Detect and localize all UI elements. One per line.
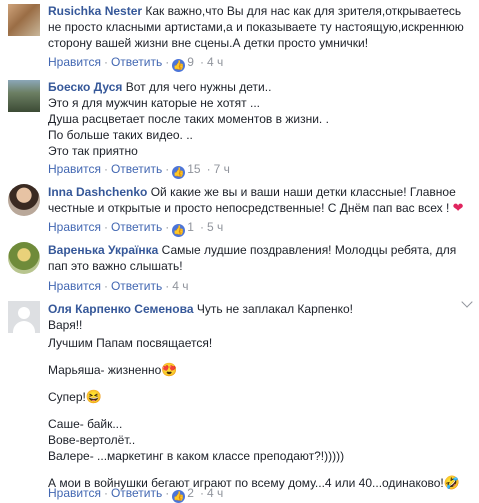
comment-text: Лучшим Папам посвящается! (48, 336, 213, 350)
like-count[interactable]: 2 (187, 486, 194, 500)
comment-text: Чуть не заплакал Карпенко! (196, 302, 353, 316)
laughing-emoji-icon: 😆 (85, 389, 103, 404)
author-name[interactable]: Оля Карпенко Семенова (48, 302, 194, 316)
comment-actions: Нравится · Ответить · 👍 15 · 7 ч (48, 162, 230, 179)
timestamp[interactable]: 5 ч (207, 220, 223, 234)
avatar[interactable] (8, 184, 40, 216)
author-name[interactable]: Inna Dashchenko (48, 185, 147, 199)
comment-text: не просто класными артистами,а и показыв… (48, 20, 464, 34)
comment-body: Inna Dashchenko Ой какие же вы и ваши на… (48, 184, 468, 216)
comment-text: Как важно,что Вы для нас как для зрителя… (145, 4, 462, 18)
rofl-emoji-icon: 🤣 (443, 475, 460, 490)
like-count[interactable]: 15 (187, 162, 200, 176)
reply-link[interactable]: Ответить (111, 279, 162, 293)
avatar[interactable] (8, 242, 40, 274)
comment-text: Марьяша- жизненно (48, 363, 162, 377)
comment-text: Саше- байк... (48, 417, 123, 431)
like-link[interactable]: Нравится (48, 55, 101, 69)
reply-link[interactable]: Ответить (111, 55, 162, 69)
comment-actions: Нравится · Ответить · 👍 2 · 4 ч (48, 486, 224, 503)
comment-text: Душа расцветает после таких моментов в ж… (48, 112, 329, 126)
comment-text: Вове-вертолёт.. (48, 433, 136, 447)
like-icon: 👍 (172, 224, 186, 237)
comment-text: пап это важно слышать! (48, 259, 183, 273)
comment-body: Варенька Українка Самые лудшие поздравле… (48, 242, 468, 274)
like-icon: 👍 (172, 490, 186, 503)
comment-text: Самые лудшие поздравления! Молодцы ребят… (161, 243, 457, 257)
timestamp[interactable]: 7 ч (214, 162, 230, 176)
comment-body: Оля Карпенко Семенова Чуть не заплакал К… (48, 301, 468, 491)
comment-text: Супер! (48, 390, 86, 404)
like-link[interactable]: Нравится (48, 162, 101, 176)
comment-text: Вот для чего нужны дети.. (125, 80, 272, 94)
timestamp[interactable]: 4 ч (207, 486, 223, 500)
like-link[interactable]: Нравится (48, 220, 101, 234)
reply-link[interactable]: Ответить (111, 486, 162, 500)
comment-text: Это так приятно (48, 144, 138, 158)
default-avatar-icon[interactable] (8, 301, 40, 333)
comment-body: Rusichka Nester Как важно,что Вы для нас… (48, 3, 468, 51)
comment-text: Это я для мужчин каторые не хотят ... (48, 96, 260, 110)
comment-text: По больше таких видео. .. (48, 128, 193, 142)
heart-icon: ❤ (452, 200, 464, 215)
comment-actions: Нравится · Ответить · 4 ч (48, 279, 189, 293)
like-link[interactable]: Нравится (48, 279, 101, 293)
comment-actions: Нравится · Ответить · 👍 9 · 4 ч (48, 55, 224, 72)
comment-text: Валере- ...маркетинг в каком классе преп… (48, 449, 345, 463)
comment-text: честные и открытые и просто непосредстве… (48, 201, 450, 215)
like-count[interactable]: 1 (187, 220, 194, 234)
comment-text: Варя!! (48, 318, 83, 332)
like-icon: 👍 (172, 166, 186, 179)
comment-text: Ой какие же вы и ваши наши детки классны… (150, 185, 456, 199)
like-icon: 👍 (172, 59, 186, 72)
reply-link[interactable]: Ответить (111, 220, 162, 234)
avatar[interactable] (8, 80, 40, 112)
author-name[interactable]: Варенька Українка (48, 243, 158, 257)
like-count[interactable]: 9 (187, 55, 194, 69)
heart-eyes-emoji-icon: 😍 (161, 362, 178, 377)
timestamp[interactable]: 4 ч (172, 279, 188, 293)
timestamp[interactable]: 4 ч (207, 55, 223, 69)
comment-body: Боеско Дуся Вот для чего нужны дети.. Эт… (48, 79, 468, 159)
author-name[interactable]: Боеско Дуся (48, 80, 122, 94)
author-name[interactable]: Rusichka Nester (48, 4, 142, 18)
comment-actions: Нравится · Ответить · 👍 1 · 5 ч (48, 220, 224, 237)
reply-link[interactable]: Ответить (111, 162, 162, 176)
comment-text: сторону вашей жизни вне сцены.А детки пр… (48, 36, 369, 50)
avatar[interactable] (8, 4, 40, 36)
like-link[interactable]: Нравится (48, 486, 101, 500)
